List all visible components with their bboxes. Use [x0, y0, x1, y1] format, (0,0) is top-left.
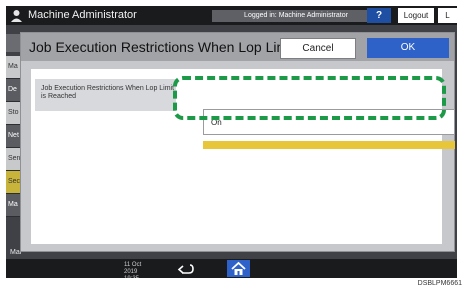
background-list-item: Sec: [6, 171, 20, 194]
cancel-button[interactable]: Cancel: [280, 38, 356, 59]
background-list-item: Ma: [6, 56, 20, 79]
user-icon: [11, 10, 22, 22]
clock: 11 Oct 2019 19:35: [124, 262, 142, 278]
background-settings-list: Ma De Sto Net Sen Sec Ma: [6, 56, 20, 251]
top-bar: Machine Administrator Logged in: Machine…: [6, 6, 457, 25]
selection-accent-bar: [203, 141, 455, 149]
home-button[interactable]: [227, 260, 250, 277]
control-panel-screen: Machine Administrator Logged in: Machine…: [6, 6, 457, 278]
help-button[interactable]: ?: [367, 8, 391, 23]
background-list-item: Sto: [6, 102, 20, 125]
language-button[interactable]: L: [438, 8, 457, 23]
logged-in-status: Logged in: Machine Administrator: [212, 10, 380, 22]
image-code: DSBLPM6661: [417, 280, 462, 287]
dialog-title: Job Execution Restrictions When Lop Limi…: [29, 39, 321, 55]
logout-button[interactable]: Logout: [398, 8, 434, 23]
background-list-item: De: [6, 79, 20, 102]
setting-label: Job Execution Restrictions When Lop Limi…: [35, 79, 176, 111]
app-title: Machine Administrator: [28, 9, 137, 21]
bottom-bar: 11 Oct 2019 19:35: [6, 259, 457, 278]
settings-dialog: Job Execution Restrictions When Lop Limi…: [20, 32, 455, 252]
home-icon: [231, 261, 246, 275]
ok-button[interactable]: OK: [367, 38, 449, 58]
background-list-item: Ma: [6, 194, 20, 217]
dialog-header: Job Execution Restrictions When Lop Limi…: [21, 33, 454, 61]
background-list-item: Net: [6, 125, 20, 148]
back-icon[interactable]: [176, 261, 196, 276]
background-list-item: Sen: [6, 148, 20, 171]
highlight-callout: [173, 76, 446, 120]
